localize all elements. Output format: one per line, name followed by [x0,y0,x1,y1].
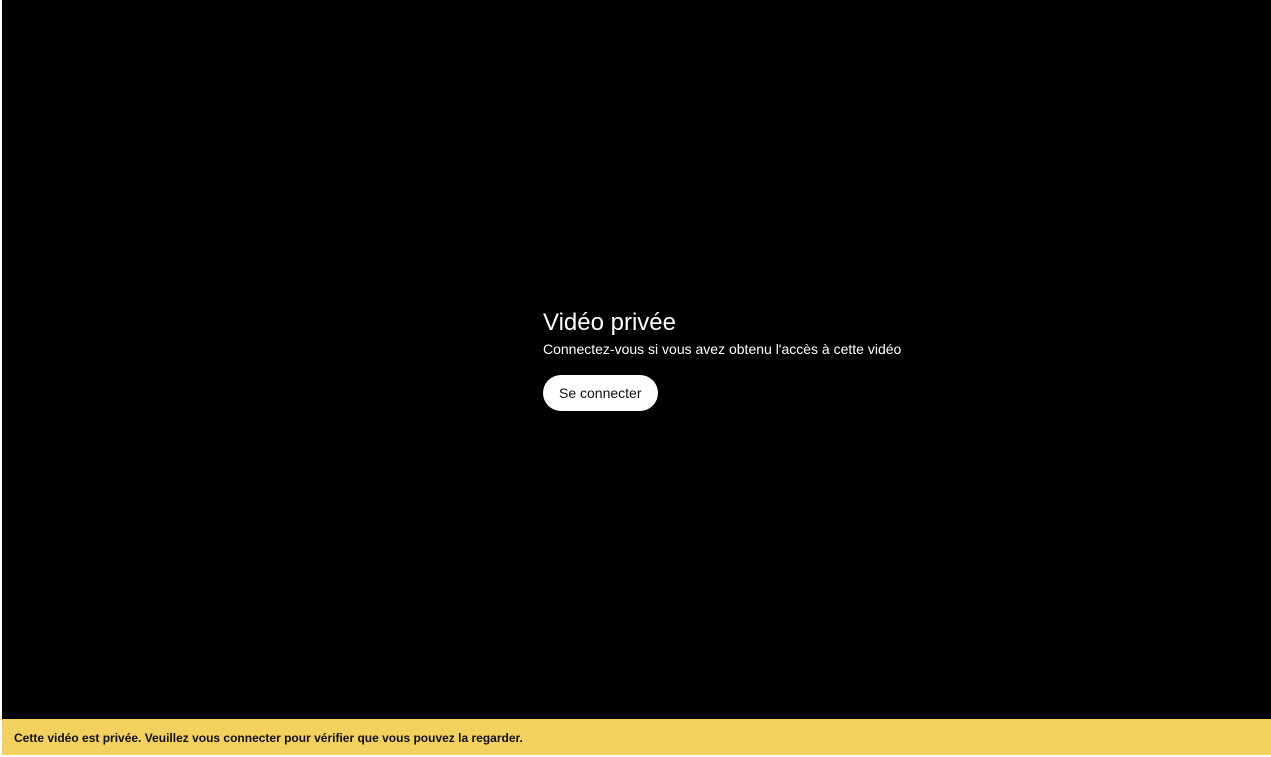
private-video-subtitle: Connectez-vous si vous avez obtenu l'acc… [543,341,902,357]
notice-text: Cette vidéo est privée. Veuillez vous co… [14,731,523,745]
page-frame: Vidéo privée Connectez-vous si vous avez… [0,0,1271,755]
video-player: Vidéo privée Connectez-vous si vous avez… [2,0,1271,719]
private-video-notice-bar: Cette vidéo est privée. Veuillez vous co… [2,719,1271,755]
sign-in-button[interactable]: Se connecter [543,375,658,411]
private-video-title: Vidéo privée [543,309,676,336]
private-video-message: Vidéo privée Connectez-vous si vous avez… [543,308,963,411]
